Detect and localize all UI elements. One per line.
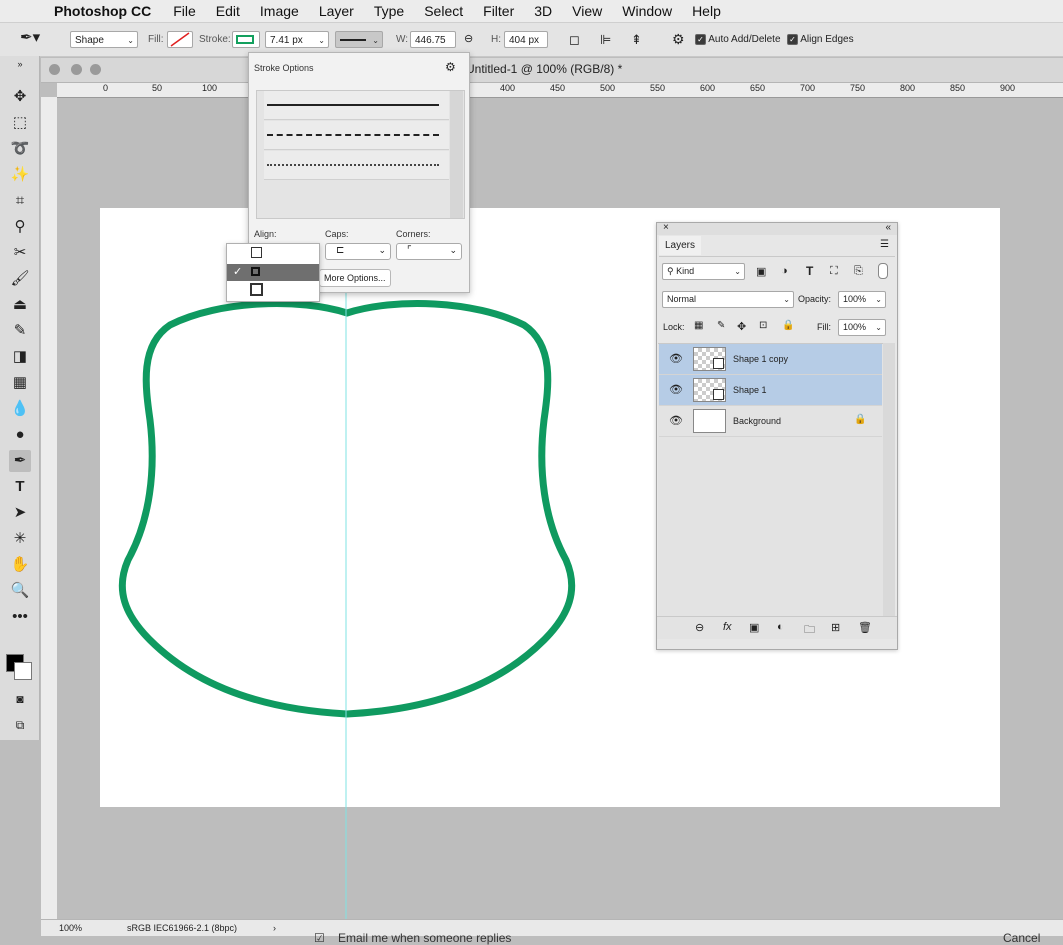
fx-icon[interactable]: fx: [723, 621, 732, 633]
lock-transparent-icon[interactable]: ▦: [694, 320, 703, 331]
stroke-type-list: [256, 90, 465, 219]
close-icon[interactable]: ×: [663, 222, 669, 233]
dotted-line-icon: [267, 164, 439, 166]
lock-all-icon[interactable]: 🔒: [782, 320, 794, 331]
new-layer-icon[interactable]: ⊞: [831, 621, 840, 634]
shape-filter-icon[interactable]: ⛶: [830, 265, 838, 278]
shape-overlay: [118, 285, 576, 919]
layer-thumbnail: [693, 409, 726, 433]
align-center-icon: [251, 267, 260, 276]
shape-outline: [118, 300, 576, 718]
corners-select[interactable]: ⌜ ⌄: [396, 243, 462, 260]
link-layers-icon[interactable]: ⊖: [695, 621, 704, 634]
scrollbar[interactable]: [450, 91, 463, 218]
lock-label: Lock:: [663, 322, 685, 332]
layers-footer: ⊖ fx ▣ ◐ 🗀 ⊞ 🗑: [657, 616, 897, 639]
layers-panel: × « Layers ☰ ⚲ Kind ⌄ ▣ ◑ T ⛶ ⎘ Normal ⌄ O…: [656, 222, 898, 650]
panel-header: × «: [657, 222, 897, 235]
layer-name[interactable]: Shape 1: [733, 385, 767, 395]
checkmark-icon: ✓: [233, 266, 243, 278]
layer-name[interactable]: Background: [733, 416, 781, 426]
visibility-eye-icon[interactable]: 👁: [669, 383, 683, 396]
align-inside-icon: [251, 247, 262, 258]
type-filter-icon[interactable]: T: [806, 264, 813, 278]
solid-line-icon: [267, 104, 439, 106]
layers-list: 👁 Shape 1 copy 👁 Shape 1 👁 Background 🔒: [658, 343, 883, 617]
panel-menu-icon[interactable]: ☰: [880, 239, 889, 250]
chevron-down-icon: ⌄: [875, 323, 882, 332]
lock-image-icon[interactable]: ✎: [717, 320, 725, 331]
visibility-eye-icon[interactable]: 👁: [669, 352, 683, 365]
page-below: ☑ Email me when someone replies Cancel: [300, 932, 1063, 945]
corners-label: Corners:: [396, 229, 431, 239]
more-options-button[interactable]: More Options...: [319, 269, 391, 287]
email-notify-label: Email me when someone replies: [338, 931, 512, 945]
cancel-button[interactable]: Cancel: [1003, 932, 1040, 945]
opacity-value: 100%: [843, 294, 867, 304]
panel-tab-row: Layers ☰: [659, 236, 895, 257]
new-group-icon[interactable]: 🗀: [804, 621, 815, 640]
align-label: Align:: [254, 229, 277, 239]
dashed-line-icon: [267, 134, 439, 136]
tab-layers[interactable]: Layers: [659, 236, 702, 255]
caps-label: Caps:: [325, 229, 349, 239]
chevron-right-icon[interactable]: ›: [273, 920, 276, 936]
butt-cap-icon: ⊏: [336, 245, 345, 256]
dotted-stroke-option[interactable]: [264, 151, 449, 180]
opacity-label: Opacity:: [798, 294, 832, 304]
align-inside-option[interactable]: [227, 246, 319, 263]
align-center-option[interactable]: ✓: [227, 264, 319, 281]
chevron-down-icon: ⌄: [378, 245, 386, 255]
trash-icon[interactable]: 🗑: [858, 621, 872, 634]
chevron-down-icon: ⌄: [875, 295, 882, 304]
filter-toggle-icon[interactable]: [878, 263, 888, 279]
email-checkbox-icon[interactable]: ☑: [314, 932, 325, 945]
gear-icon[interactable]: ⚙: [445, 60, 456, 74]
vector-mask-icon: [713, 389, 724, 400]
fill-value: 100%: [843, 322, 867, 332]
layers-scrollbar[interactable]: [883, 343, 895, 616]
color-profile: sRGB IEC61966-2.1 (8bpc): [127, 923, 238, 933]
collapse-icon[interactable]: «: [885, 222, 891, 233]
adjustment-layer-icon[interactable]: ◐: [777, 621, 784, 633]
zoom-level[interactable]: 100%: [59, 920, 82, 936]
filter-kind-select[interactable]: ⚲ Kind ⌄: [662, 263, 745, 280]
fill-label: Fill:: [817, 322, 831, 332]
visibility-eye-icon[interactable]: 👁: [669, 414, 683, 427]
add-mask-icon[interactable]: ▣: [749, 621, 759, 634]
chevron-down-icon: ⌄: [783, 295, 790, 304]
layer-thumbnail: [693, 378, 726, 402]
lock-artboard-icon[interactable]: ⊡: [759, 320, 767, 331]
filter-kind-value: Kind: [676, 266, 695, 276]
search-icon: ⚲: [667, 266, 674, 276]
caps-select[interactable]: ⊏ ⌄: [325, 243, 391, 260]
lock-icon: 🔒: [854, 414, 867, 425]
chevron-down-icon: ⌄: [449, 245, 457, 255]
layer-row[interactable]: 👁 Shape 1 copy: [659, 344, 882, 375]
adjustment-filter-icon[interactable]: ◑: [781, 265, 788, 277]
layer-row[interactable]: 👁 Background 🔒: [659, 406, 882, 437]
smart-object-filter-icon[interactable]: ⎘: [854, 265, 863, 278]
solid-stroke-option[interactable]: [264, 91, 449, 120]
vector-mask-icon: [713, 358, 724, 369]
layer-thumbnail: [693, 347, 726, 371]
align-dropdown-menu: ✓: [226, 243, 320, 302]
blend-mode-value: Normal: [667, 294, 697, 304]
blend-mode-select[interactable]: Normal ⌄: [662, 291, 794, 308]
layer-row[interactable]: 👁 Shape 1: [659, 375, 882, 406]
dashed-stroke-option[interactable]: [264, 121, 449, 150]
align-outside-option[interactable]: [227, 282, 319, 299]
layer-name[interactable]: Shape 1 copy: [733, 354, 788, 364]
fill-field[interactable]: 100% ⌄: [838, 319, 886, 336]
stroke-options-title: Stroke Options: [254, 63, 314, 73]
chevron-down-icon: ⌄: [734, 267, 741, 276]
pixel-filter-icon[interactable]: ▣: [756, 265, 766, 278]
opacity-field[interactable]: 100% ⌄: [838, 291, 886, 308]
miter-corner-icon: ⌜: [407, 245, 412, 256]
lock-position-icon[interactable]: ✥: [737, 320, 746, 333]
align-outside-icon: [250, 283, 263, 296]
